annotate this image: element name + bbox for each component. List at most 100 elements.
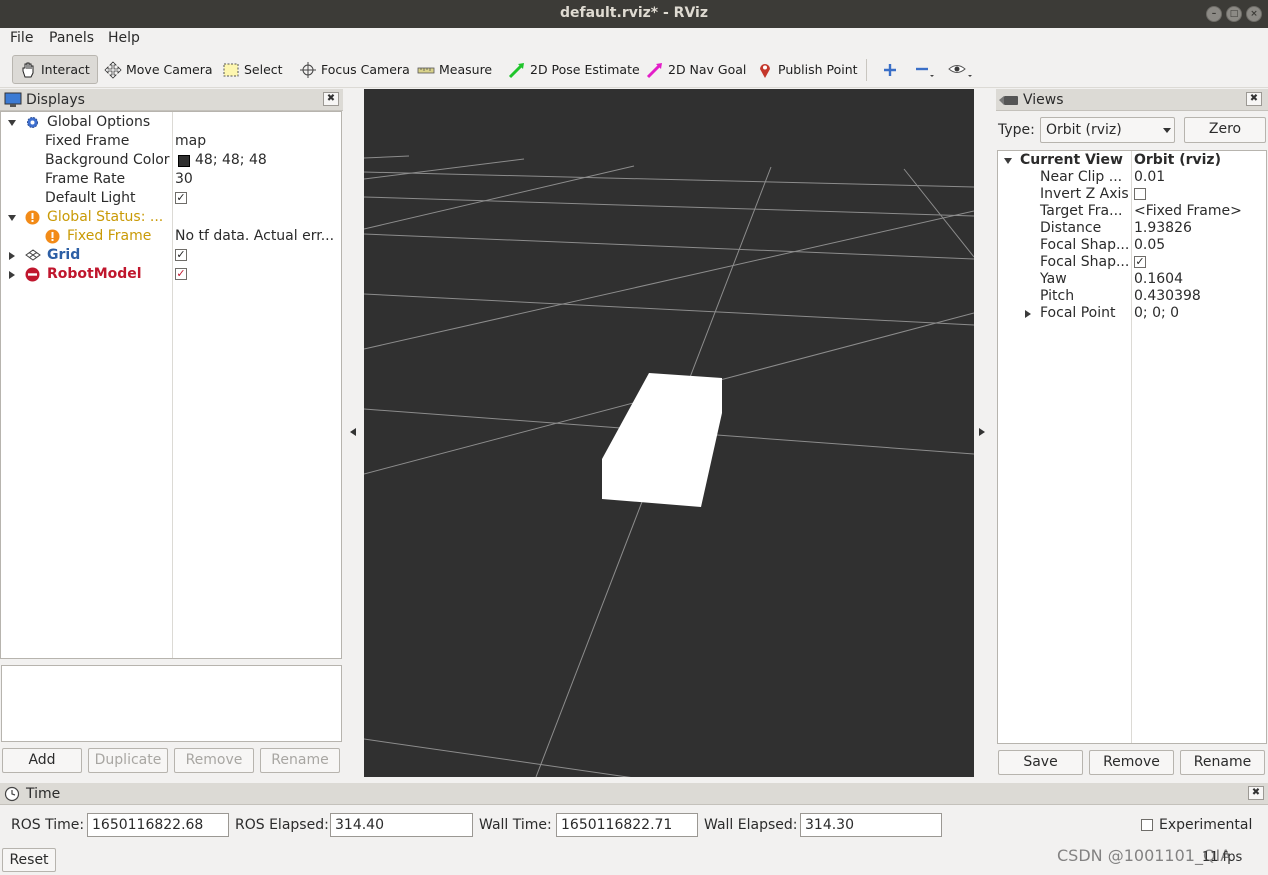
tree-row-focal-point[interactable]: Focal Point 0; 0; 0 bbox=[998, 304, 1266, 323]
displays-panel: Displays ✖ Global Options Fixed Frame ma… bbox=[0, 89, 343, 778]
tree-row-global-options[interactable]: Global Options bbox=[1, 113, 341, 132]
add-tool-button[interactable] bbox=[876, 55, 908, 84]
default-light-checkbox[interactable]: ✓ bbox=[175, 192, 187, 204]
zero-button[interactable]: Zero bbox=[1184, 117, 1266, 143]
move-camera-tool-button[interactable]: Move Camera bbox=[98, 55, 219, 84]
minimize-icon[interactable]: – bbox=[1206, 6, 1222, 22]
wall-time-label: Wall Time: bbox=[479, 817, 552, 833]
time-close-icon[interactable]: ✖ bbox=[1248, 786, 1264, 800]
views-tree[interactable]: Current View Orbit (rviz) Near Clip ... … bbox=[997, 150, 1267, 744]
move-camera-label: Move Camera bbox=[126, 62, 213, 77]
measure-tool-button[interactable]: Measure bbox=[411, 55, 498, 84]
displays-close-icon[interactable]: ✖ bbox=[323, 92, 339, 106]
views-panel: Views ✖ Type: Orbit (rviz) Zero Current … bbox=[996, 89, 1268, 778]
maximize-icon[interactable]: □ bbox=[1226, 6, 1242, 22]
remove-display-button[interactable]: Remove bbox=[174, 748, 254, 773]
time-header: Time ✖ bbox=[0, 783, 1268, 805]
background-color-label: Background Color bbox=[45, 152, 170, 168]
grid-checkbox[interactable]: ✓ bbox=[175, 249, 187, 261]
wall-elapsed-field[interactable]: 314.30 bbox=[800, 813, 942, 837]
ros-time-field[interactable]: 1650116822.68 bbox=[87, 813, 229, 837]
expand-arrow-icon[interactable] bbox=[8, 120, 16, 126]
camera-icon bbox=[999, 95, 1018, 105]
select-label: Select bbox=[244, 62, 283, 77]
focal-shape-checkbox[interactable]: ✓ bbox=[1134, 256, 1146, 268]
chevron-down-icon bbox=[1163, 128, 1171, 133]
frame-rate-label: Frame Rate bbox=[45, 171, 126, 187]
nav-goal-label: 2D Nav Goal bbox=[668, 62, 747, 77]
menu-help[interactable]: Help bbox=[108, 30, 140, 46]
tree-row-status-fixed-frame[interactable]: Fixed Frame No tf data. Actual err... bbox=[1, 227, 341, 246]
experimental-checkbox[interactable] bbox=[1141, 819, 1153, 831]
view-type-select[interactable]: Orbit (rviz) bbox=[1040, 117, 1175, 143]
duplicate-display-button[interactable]: Duplicate bbox=[88, 748, 168, 773]
wall-time-field[interactable]: 1650116822.71 bbox=[556, 813, 698, 837]
views-title: Views bbox=[1023, 91, 1064, 108]
ros-elapsed-field[interactable]: 314.40 bbox=[330, 813, 473, 837]
focus-crosshair-icon bbox=[300, 61, 316, 78]
tree-row-frame-rate[interactable]: Frame Rate 30 bbox=[1, 170, 341, 189]
ros-elapsed-label: ROS Elapsed: bbox=[235, 817, 329, 833]
monitor-icon bbox=[4, 92, 22, 107]
add-display-button[interactable]: Add bbox=[2, 748, 82, 773]
tree-row-global-status[interactable]: Global Status: ... bbox=[1, 208, 341, 227]
color-swatch[interactable] bbox=[178, 155, 190, 167]
robot-model-checkbox[interactable]: ✓ bbox=[175, 268, 187, 280]
eye-tool-button[interactable] bbox=[942, 55, 984, 84]
invert-z-checkbox[interactable] bbox=[1134, 188, 1146, 200]
ruler-icon bbox=[417, 67, 435, 73]
status-fixed-frame-value: No tf data. Actual err... bbox=[175, 228, 335, 244]
displays-tree[interactable]: Global Options Fixed Frame map Backgroun… bbox=[0, 111, 342, 659]
close-window-icon[interactable]: × bbox=[1246, 6, 1262, 22]
menu-panels[interactable]: Panels bbox=[49, 30, 94, 46]
views-close-icon[interactable]: ✖ bbox=[1246, 92, 1262, 106]
prop-value[interactable]: 0; 0; 0 bbox=[1134, 304, 1179, 323]
grid-render bbox=[364, 155, 974, 777]
render-viewport[interactable] bbox=[364, 89, 974, 777]
experimental-label: Experimental bbox=[1159, 817, 1253, 833]
collapse-right-icon[interactable] bbox=[979, 428, 985, 436]
frame-rate-value[interactable]: 30 bbox=[175, 170, 193, 189]
select-box-icon bbox=[223, 63, 239, 76]
save-view-button[interactable]: Save bbox=[998, 750, 1083, 775]
collapse-arrow-icon[interactable] bbox=[1025, 310, 1031, 318]
expand-arrow-icon[interactable] bbox=[1004, 158, 1012, 164]
fixed-frame-value[interactable]: map bbox=[175, 132, 206, 151]
collapse-left-icon[interactable] bbox=[350, 428, 356, 436]
tree-row-fixed-frame[interactable]: Fixed Frame map bbox=[1, 132, 341, 151]
focus-camera-tool-button[interactable]: Focus Camera bbox=[293, 55, 416, 84]
minus-icon bbox=[916, 67, 934, 77]
select-tool-button[interactable]: Select bbox=[216, 55, 289, 84]
rename-display-button[interactable]: Rename bbox=[260, 748, 340, 773]
toolbar: Interact Move Camera Select Focus Camera… bbox=[0, 51, 1268, 88]
prop-label: Focal Point bbox=[1040, 305, 1116, 321]
menu-file[interactable]: File bbox=[10, 30, 33, 46]
tree-row-robot-model[interactable]: RobotModel ✓ bbox=[1, 265, 341, 284]
menu-bar: File Panels Help bbox=[0, 28, 1268, 51]
status-fixed-frame-label: Fixed Frame bbox=[67, 228, 152, 244]
expand-arrow-icon[interactable] bbox=[8, 215, 16, 221]
remove-tool-button[interactable] bbox=[908, 55, 946, 84]
pose-estimate-tool-button[interactable]: 2D Pose Estimate bbox=[502, 55, 646, 84]
publish-point-tool-button[interactable]: Publish Point bbox=[750, 55, 864, 84]
rename-view-button[interactable]: Rename bbox=[1180, 750, 1265, 775]
wall-elapsed-label: Wall Elapsed: bbox=[704, 817, 798, 833]
collapse-arrow-icon[interactable] bbox=[9, 271, 15, 279]
view-type-label: Type: bbox=[998, 122, 1035, 138]
interact-tool-button[interactable]: Interact bbox=[12, 55, 98, 84]
nav-goal-tool-button[interactable]: 2D Nav Goal bbox=[640, 55, 752, 84]
tree-row-grid[interactable]: Grid ✓ bbox=[1, 246, 341, 265]
hand-icon bbox=[22, 62, 34, 77]
tree-row-background-color[interactable]: Background Color 48; 48; 48 bbox=[1, 151, 341, 170]
time-title: Time bbox=[26, 785, 61, 802]
remove-view-button[interactable]: Remove bbox=[1089, 750, 1174, 775]
publish-point-label: Publish Point bbox=[778, 62, 858, 77]
window-title-bar: default.rviz* - RViz – □ × bbox=[0, 0, 1268, 28]
clock-icon bbox=[4, 786, 20, 801]
tree-row-default-light[interactable]: Default Light ✓ bbox=[1, 189, 341, 208]
background-color-value[interactable]: 48; 48; 48 bbox=[195, 151, 267, 170]
collapse-arrow-icon[interactable] bbox=[9, 252, 15, 260]
pose-estimate-label: 2D Pose Estimate bbox=[530, 62, 640, 77]
reset-button[interactable]: Reset bbox=[2, 848, 56, 872]
gear-icon bbox=[27, 117, 38, 128]
